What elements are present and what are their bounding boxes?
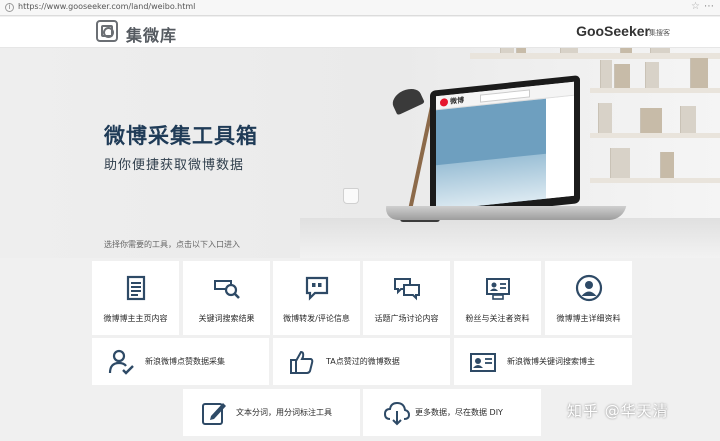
- tool-like-data-collection[interactable]: 新浪微博点赞数据采集: [92, 338, 269, 385]
- tool-label: 微博博主详细资料: [556, 314, 621, 323]
- magnifier-icon: [213, 274, 241, 302]
- weibo-wordmark: 微博: [450, 96, 464, 106]
- shelf: [470, 53, 720, 59]
- book: [620, 48, 632, 53]
- mug-icon: [343, 188, 359, 204]
- quote-bubble-icon: [303, 274, 331, 302]
- sky-background: [436, 153, 546, 211]
- shelf: [590, 88, 720, 93]
- brand-name[interactable]: GooSeeker: [576, 23, 650, 39]
- user-check-icon: [107, 348, 135, 376]
- watermark: 知乎 @华天清: [567, 402, 669, 420]
- bookmark-star-icon[interactable]: ☆: [691, 1, 700, 12]
- laptop-screen: 微博: [430, 75, 580, 219]
- book: [600, 60, 612, 88]
- weibo-page-preview: 微博: [436, 81, 574, 211]
- tool-label: 粉丝与关注者资料: [465, 314, 530, 323]
- tool-label: 话题广场讨论内容: [374, 314, 439, 323]
- site-logo-text[interactable]: 集微库: [126, 22, 177, 46]
- book: [690, 58, 708, 88]
- tool-keyword-blogger-search[interactable]: 新浪微博关键词搜索博主: [454, 338, 632, 385]
- thumbs-up-icon: [288, 348, 316, 376]
- tool-label: 更多数据，尽在数据 DIY: [415, 407, 503, 417]
- tool-data-diy[interactable]: 更多数据，尽在数据 DIY: [363, 389, 541, 436]
- book: [614, 64, 630, 88]
- puzzle-logo-icon[interactable]: [96, 20, 118, 42]
- tool-word-segmentation[interactable]: 文本分词，用分词标注工具: [183, 389, 360, 436]
- id-card-icon: [484, 274, 512, 302]
- shelf: [590, 133, 720, 138]
- contact-card-icon: [469, 348, 497, 376]
- laptop-base: [383, 206, 627, 220]
- tool-label: 微博转发/评论信息: [283, 314, 350, 323]
- user-circle-icon: [575, 274, 603, 302]
- book: [610, 148, 630, 178]
- book: [516, 48, 526, 53]
- weibo-feed-area: [436, 98, 546, 211]
- tool-label: TA点赞过的微博数据: [326, 356, 400, 366]
- book: [598, 103, 612, 133]
- book: [560, 48, 578, 53]
- tool-blogger-profile[interactable]: 微博博主详细资料: [545, 261, 632, 335]
- book: [650, 48, 670, 53]
- lamp-icon: [389, 84, 425, 116]
- tool-label: 文本分词，用分词标注工具: [236, 407, 332, 417]
- tool-blogger-homepage[interactable]: 微博博主主页内容: [92, 261, 179, 335]
- desk-surface: [300, 218, 720, 258]
- info-icon[interactable]: i: [5, 3, 14, 12]
- address-url[interactable]: https://www.gooseeker.com/land/weibo.htm…: [18, 2, 195, 11]
- tool-keyword-search[interactable]: 关键词搜索结果: [183, 261, 270, 335]
- tool-label: 新浪微博关键词搜索博主: [507, 356, 595, 366]
- document-lines-icon: [122, 274, 150, 302]
- menu-icon[interactable]: ⋯: [704, 1, 714, 12]
- hero-subtitle: 助你便捷获取微博数据: [104, 158, 245, 173]
- tool-fans-followers[interactable]: 粉丝与关注者资料: [454, 261, 541, 335]
- tool-label: 新浪微博点赞数据采集: [145, 356, 225, 366]
- shelf: [590, 178, 720, 183]
- tool-label: 微博博主主页内容: [103, 314, 168, 323]
- tool-topic-discussion[interactable]: 话题广场讨论内容: [363, 261, 450, 335]
- cloud-download-icon: [383, 399, 411, 427]
- tool-selection-prompt: 选择你需要的工具，点击以下入口进入: [104, 240, 240, 249]
- hero-banner: 微博采集工具箱 助你便捷获取微博数据 微博: [0, 48, 720, 258]
- tool-repost-comment[interactable]: 微博转发/评论信息: [273, 261, 360, 335]
- brand-subtitle: 集搜客: [649, 29, 670, 37]
- tool-liked-posts[interactable]: TA点赞过的微博数据: [273, 338, 450, 385]
- site-header: 集微库 GooSeeker 集搜客: [0, 17, 720, 48]
- book: [680, 106, 696, 133]
- tool-label: 关键词搜索结果: [198, 314, 255, 323]
- book: [660, 152, 674, 178]
- weibo-logo-icon: [440, 97, 448, 107]
- book: [645, 62, 659, 88]
- hero-title: 微博采集工具箱: [104, 124, 258, 148]
- chat-bubbles-icon: [393, 274, 421, 302]
- edit-icon: [200, 399, 228, 427]
- weibo-sidebar: [546, 95, 574, 199]
- book: [640, 108, 662, 133]
- browser-address-bar[interactable]: i https://www.gooseeker.com/land/weibo.h…: [0, 0, 720, 16]
- book: [500, 48, 514, 53]
